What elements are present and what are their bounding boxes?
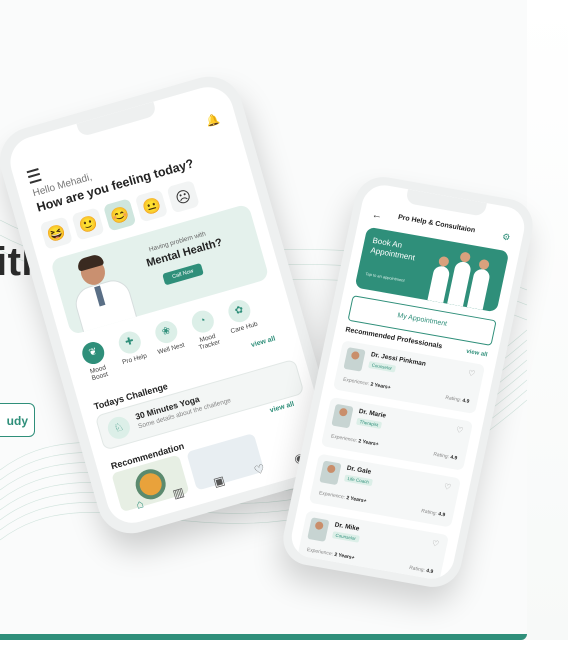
- mood-smile-icon[interactable]: 🙂: [71, 207, 105, 241]
- stats-icon[interactable]: ▥: [171, 485, 186, 502]
- doctor-rating: Rating: 4.9: [444, 394, 470, 405]
- category-mood-boost[interactable]: ❦ Mood Boost: [75, 338, 117, 384]
- screen-title: Pro Help & Consultaion: [397, 213, 476, 235]
- avatar: [307, 517, 330, 542]
- professionals-list: Dr. Jessi Pinkman Counselor ♡ Experience…: [295, 340, 486, 583]
- doctor-role-badge: Life Coach: [343, 474, 373, 487]
- doctor-illustration: [59, 247, 139, 336]
- call-now-button[interactable]: Call Now: [162, 262, 204, 286]
- book-subtitle: Tap to an appointment: [365, 271, 406, 283]
- category-pro-help[interactable]: ✚ Pro Help: [111, 328, 153, 374]
- yoga-icon: ♘: [105, 414, 133, 442]
- challenge-view-all-link[interactable]: view all: [269, 401, 295, 415]
- back-arrow-icon[interactable]: ←: [371, 209, 383, 221]
- doctor-icon: ✚: [116, 328, 144, 357]
- hero-accent-bar: [0, 634, 527, 640]
- home-icon[interactable]: ⌂: [134, 496, 145, 511]
- doctor-name: Dr. Gale: [346, 464, 372, 476]
- doctor-name: Dr. Mike: [333, 521, 360, 533]
- doctor-rating: Rating: 4.9: [408, 564, 434, 576]
- doctor-experience: Experience: 2 Years+: [330, 433, 380, 448]
- category-mood-tracker[interactable]: ◔ Mood Tracker: [184, 307, 226, 353]
- doctor-role-badge: Therapist: [356, 417, 382, 429]
- nest-icon: ❀: [152, 318, 180, 346]
- doctor-experience: Experience: 2 Years+: [342, 376, 392, 391]
- mood-happy-icon[interactable]: 😊: [103, 198, 137, 232]
- doctor-role-badge: Counselor: [368, 361, 396, 373]
- heart-icon[interactable]: ♡: [252, 461, 266, 477]
- avatar: [319, 460, 342, 486]
- menu-icon[interactable]: [26, 168, 42, 184]
- avatar: [343, 347, 366, 372]
- leaf-icon: ❦: [79, 339, 107, 367]
- calendar-icon[interactable]: ▣: [212, 473, 227, 490]
- doctor-rating: Rating: 4.9: [432, 451, 458, 462]
- favorite-icon[interactable]: ♡: [431, 539, 440, 549]
- phone-notch: [405, 189, 487, 217]
- doctor-role-badge: Counselor: [331, 531, 360, 543]
- doctor-rating: Rating: 4.9: [420, 508, 446, 519]
- book-title: Book An Appointment: [369, 235, 416, 262]
- doctor-experience: Experience: 2 Years+: [306, 546, 355, 562]
- professionals-view-all-link[interactable]: view all: [466, 349, 488, 359]
- settings-icon[interactable]: ⚙: [501, 231, 511, 243]
- mood-laugh-icon[interactable]: 😆: [39, 216, 73, 250]
- hub-icon: ✿: [225, 297, 253, 325]
- categories-view-all-link[interactable]: view all: [250, 335, 276, 349]
- avatar: [331, 403, 354, 429]
- favorite-icon[interactable]: ♡: [467, 368, 476, 378]
- mood-sad-icon[interactable]: ☹: [166, 179, 200, 214]
- mood-neutral-icon[interactable]: 😐: [134, 189, 169, 223]
- category-care-hub[interactable]: ✿ Care Hub: [221, 296, 263, 342]
- tracker-icon: ◔: [189, 307, 217, 336]
- doctor-figure: [466, 258, 491, 310]
- case-study-button[interactable]: udy: [0, 403, 35, 437]
- doctor-experience: Experience: 2 Years+: [318, 490, 368, 505]
- favorite-icon[interactable]: ♡: [455, 425, 464, 435]
- doctor-figure: [427, 255, 451, 303]
- favorite-icon[interactable]: ♡: [443, 482, 452, 492]
- category-well-nest[interactable]: ❀ Well Nest: [148, 317, 190, 363]
- notification-icon[interactable]: 🔔: [205, 112, 221, 128]
